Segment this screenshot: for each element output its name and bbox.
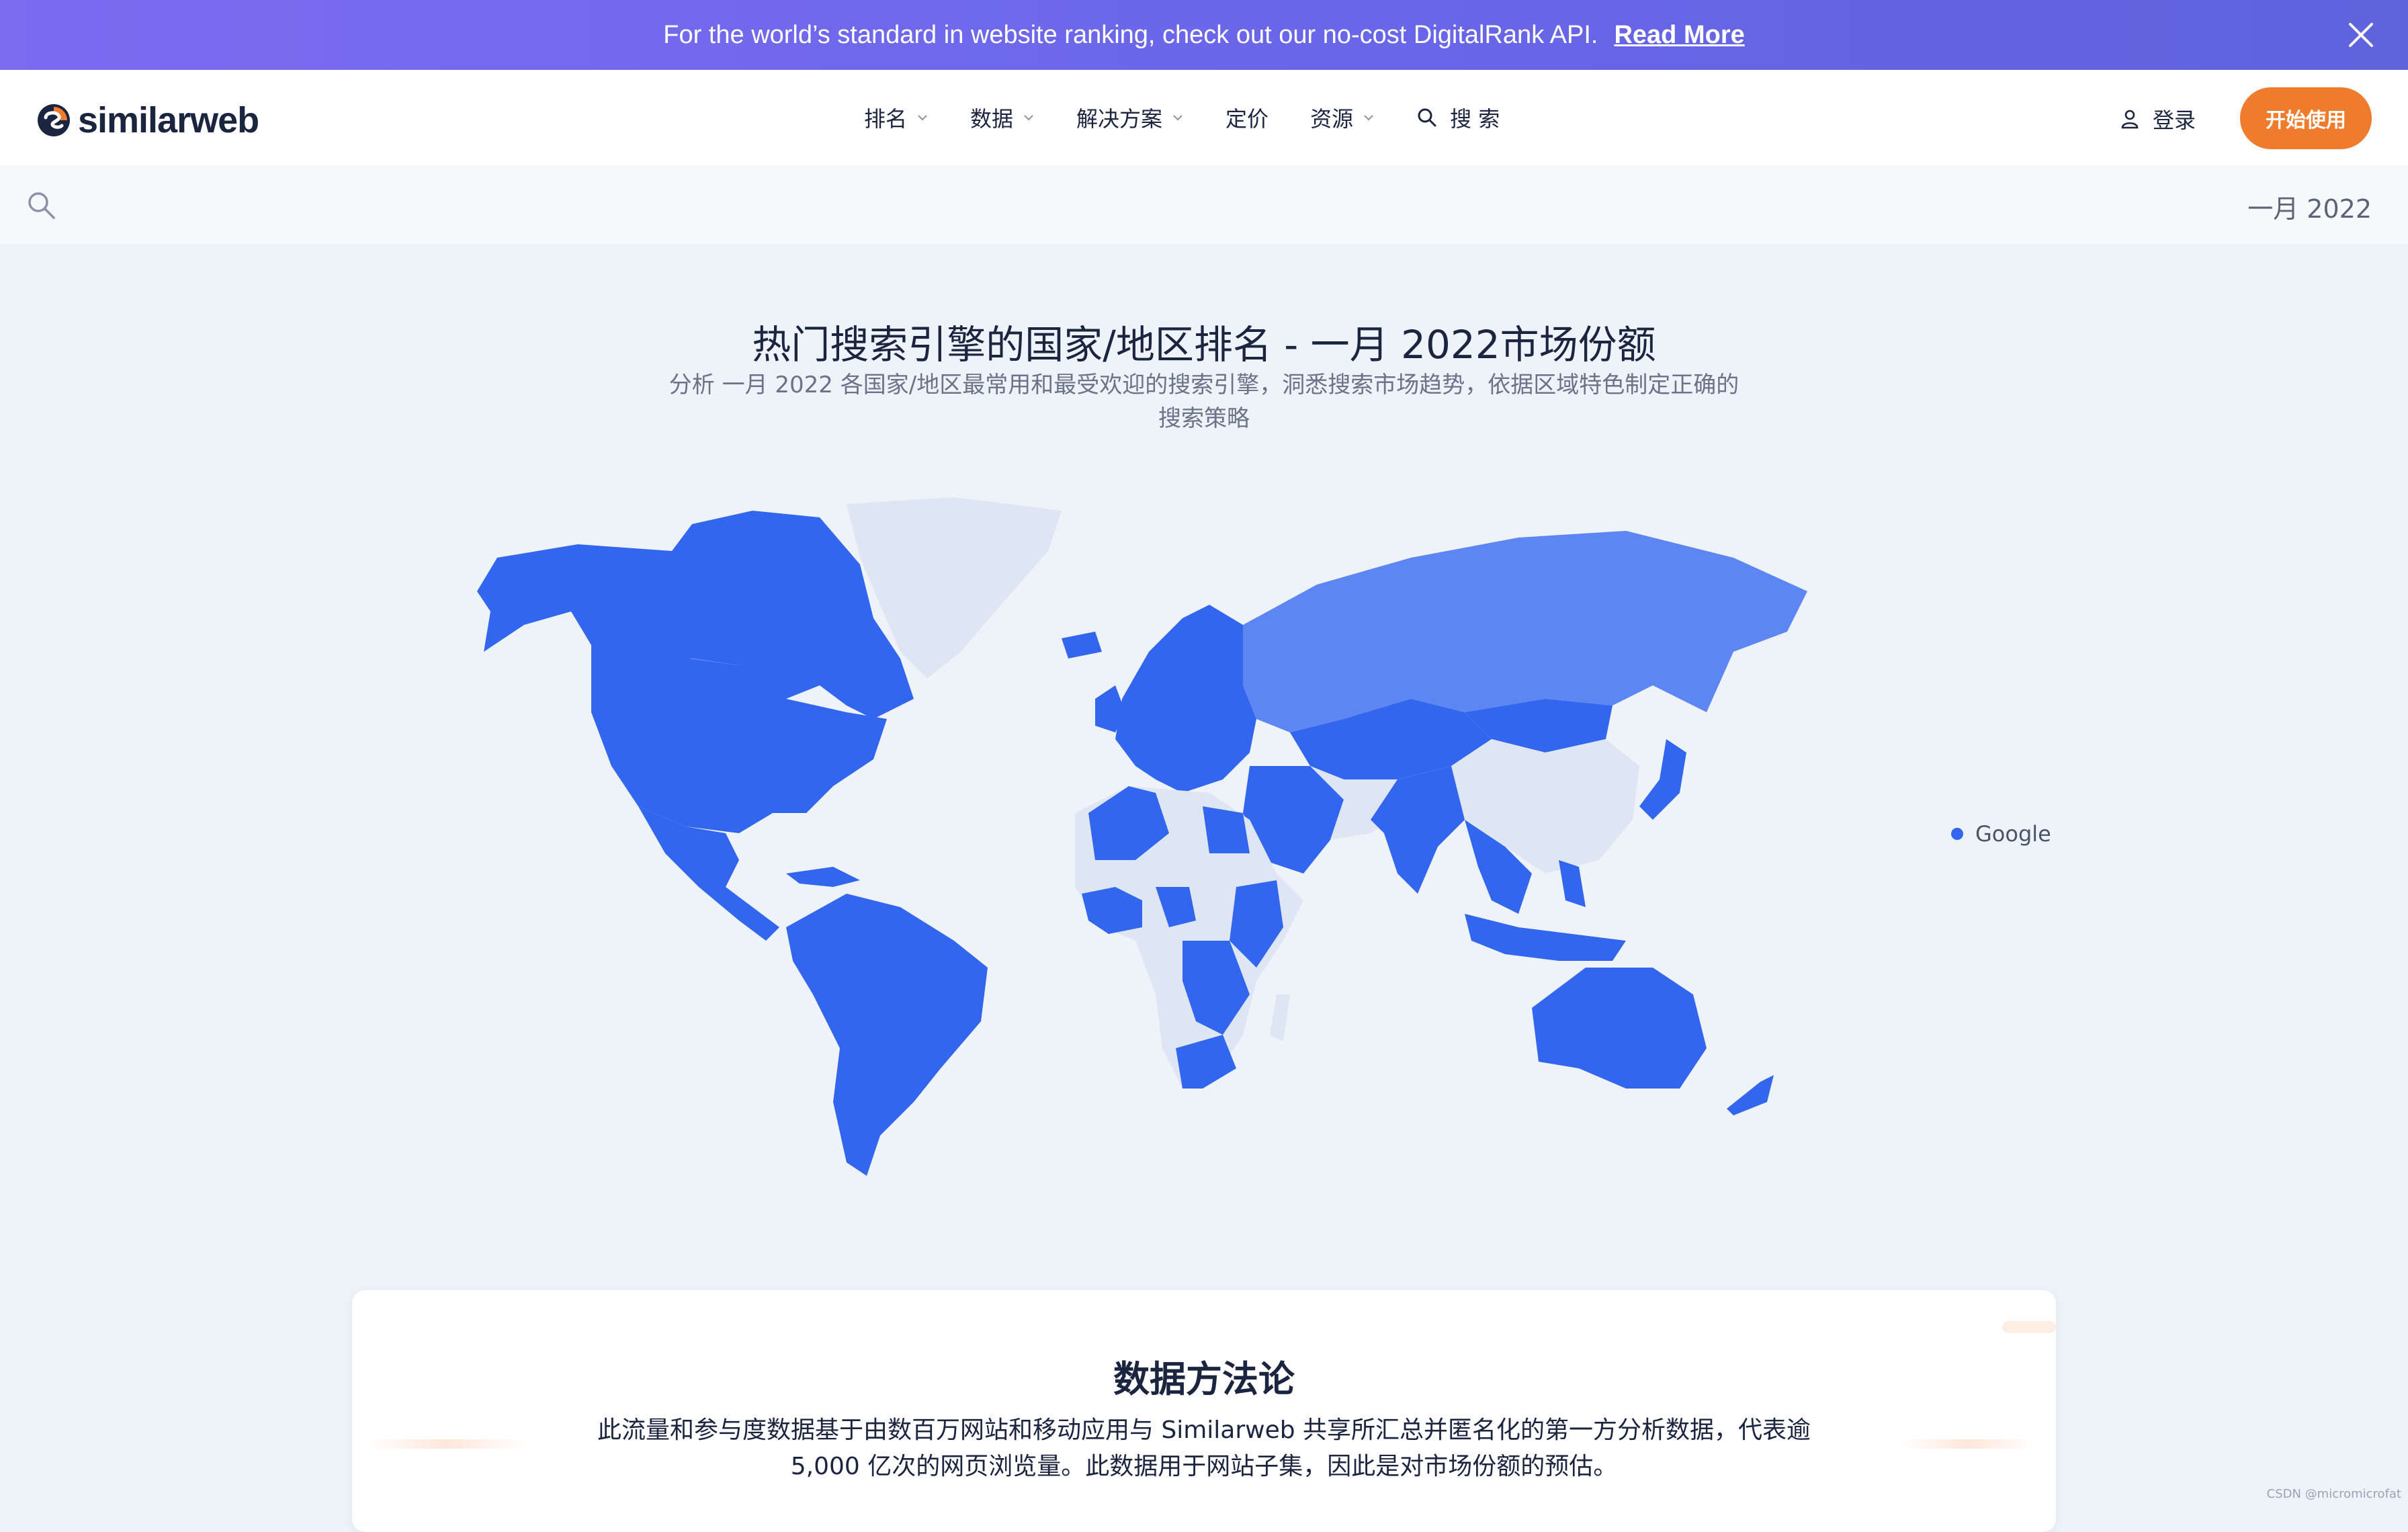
methodology-body: 此流量和参与度数据基于由数百万网站和移动应用与 Similarweb 共享所汇总…	[597, 1416, 1811, 1480]
chevron-down-icon	[918, 115, 927, 121]
site-header: similarweb 排名 数据 解决方案 定价 资源 搜 索 登录 开始使用	[0, 70, 2408, 165]
map-region-caribbean[interactable]	[786, 867, 860, 887]
map-region-philippines[interactable]	[1559, 860, 1586, 907]
nav-item-ranking[interactable]: 排名	[864, 102, 929, 133]
get-started-button[interactable]: 开始使用	[2240, 87, 2372, 149]
map-region-europe[interactable]	[1115, 605, 1256, 793]
chevron-down-icon	[1173, 115, 1182, 121]
map-region-new-zealand[interactable]	[1727, 1075, 1774, 1115]
banner-message: For the world’s standard in website rank…	[663, 20, 1598, 49]
nav-item-data[interactable]: 数据	[970, 102, 1035, 133]
decoration	[366, 1439, 527, 1449]
search-subbar: 一月 2022	[0, 165, 2408, 245]
nav-item-pricing[interactable]: 定价	[1226, 102, 1268, 133]
similarweb-logo-icon	[38, 104, 70, 136]
logo-wordmark: similarweb	[78, 100, 259, 140]
nav-item-resources[interactable]: 资源	[1310, 102, 1375, 133]
nav-search-label: 搜 索	[1450, 106, 1500, 132]
map-region-japan[interactable]	[1639, 739, 1686, 820]
page-subtitle: 分析 一月 2022 各国家/地区最常用和最受欢迎的搜索引擎，洞悉搜索市场趋势，…	[669, 372, 1739, 432]
nav-label: 资源	[1310, 106, 1354, 132]
map-region-madagascar[interactable]	[1270, 994, 1290, 1041]
map-region-indonesia[interactable]	[1465, 914, 1626, 961]
map-region-south-america[interactable]	[786, 894, 988, 1176]
watermark: CSDN @micromicrofat	[2266, 1487, 2401, 1501]
map-region-egypt[interactable]	[1203, 806, 1250, 853]
methodology-title: 数据方法论	[1113, 1358, 1295, 1400]
decoration	[1901, 1439, 2036, 1449]
legend-dot	[1951, 828, 1963, 840]
methodology-card: 数据方法论 此流量和参与度数据基于由数百万网站和移动应用与 Similarweb…	[352, 1290, 2056, 1532]
nav-label: 数据	[970, 106, 1014, 132]
login-label: 登录	[2153, 108, 2196, 133]
legend-label: Google	[1975, 821, 2051, 847]
nav-search-button[interactable]: 搜 索	[1416, 102, 1500, 133]
nav-label: 解决方案	[1076, 106, 1163, 132]
period-selector[interactable]: 一月 2022	[2247, 188, 2372, 225]
close-icon[interactable]	[2346, 20, 2376, 50]
decoration	[2002, 1321, 2056, 1333]
search-icon[interactable]	[26, 189, 56, 220]
user-icon	[2121, 110, 2139, 129]
login-link[interactable]: 登录	[2120, 103, 2196, 134]
world-map	[477, 497, 1807, 1176]
map-region-australia[interactable]	[1532, 968, 1707, 1089]
map-region-alaska[interactable]	[477, 551, 578, 652]
map-region-iceland[interactable]	[1062, 632, 1102, 658]
chevron-down-icon	[1024, 115, 1033, 121]
main-nav: 排名 数据 解决方案 定价 资源 搜 索	[864, 70, 1500, 165]
read-more-link[interactable]: Read More	[1614, 21, 1744, 50]
nav-item-solutions[interactable]: 解决方案	[1076, 102, 1184, 133]
map-legend: Google	[1951, 821, 2051, 847]
search-icon	[1418, 108, 1436, 127]
chevron-down-icon	[1364, 115, 1373, 121]
announcement-banner: For the world’s standard in website rank…	[0, 0, 2408, 70]
nav-label: 排名	[864, 106, 908, 132]
page-title: 热门搜索引擎的国家/地区排名 - 一月 2022市场份额	[752, 322, 1656, 368]
nav-label: 定价	[1226, 106, 1269, 132]
similarweb-logo[interactable]: similarweb	[36, 99, 259, 141]
